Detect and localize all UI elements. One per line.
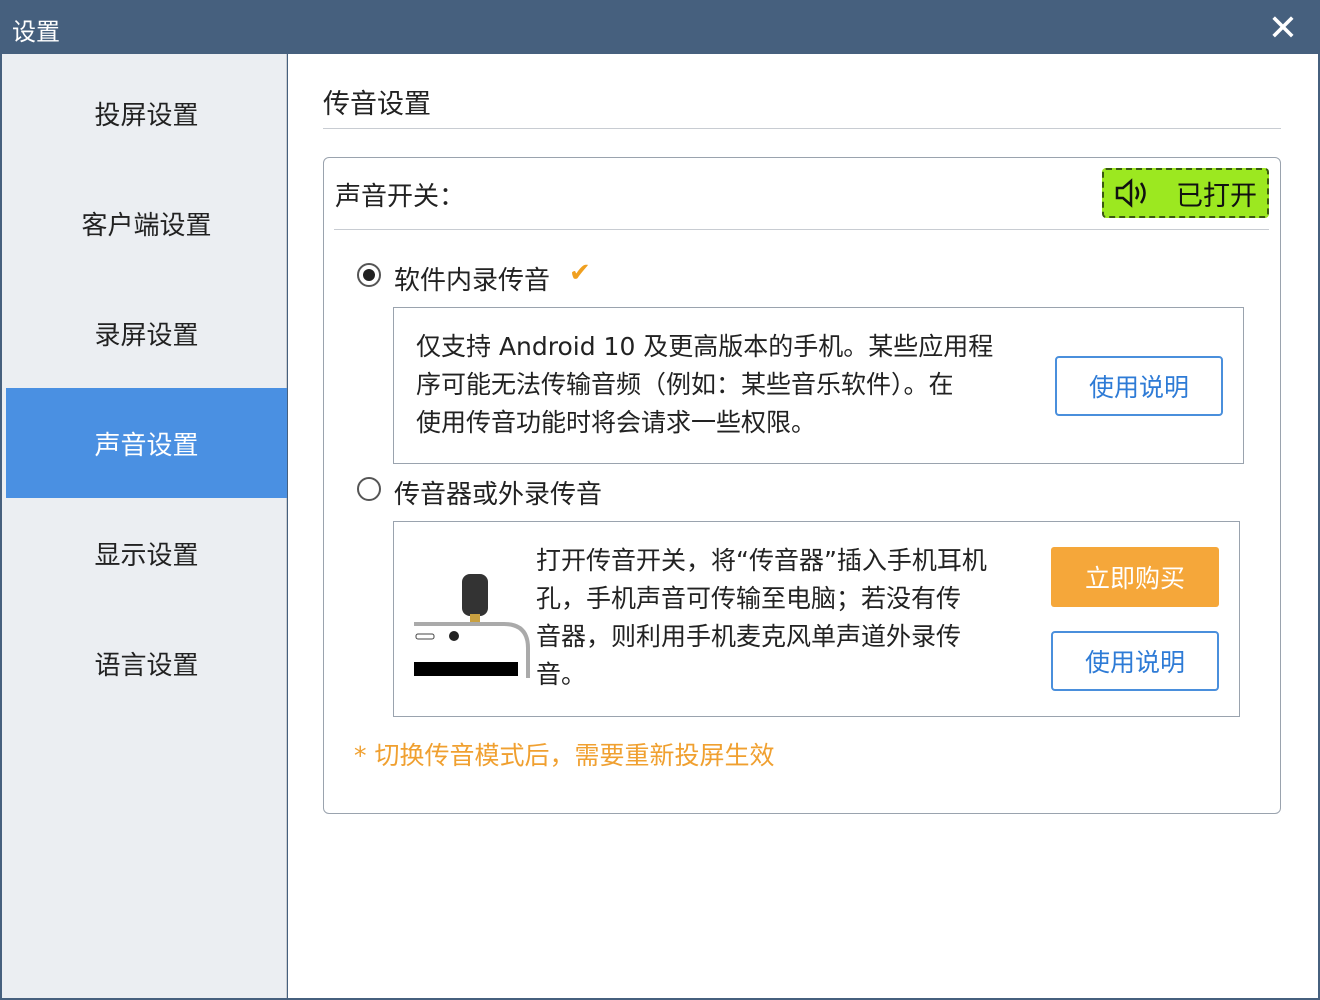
- sidebar-item-sound[interactable]: 声音设置: [6, 388, 287, 498]
- audio-adapter-image: [414, 570, 534, 680]
- description-line: 音器，则利用手机麦克风单声道外录传: [536, 618, 987, 656]
- divider: [334, 229, 1269, 230]
- window-title: 设置: [12, 12, 60, 47]
- sound-toggle-button[interactable]: 已打开: [1102, 168, 1269, 218]
- description-line: 孔，手机声音可传输至电脑；若没有传: [536, 580, 987, 618]
- sidebar: 投屏设置 客户端设置 录屏设置 声音设置 显示设置 语言设置: [2, 54, 287, 998]
- speaker-icon: [1114, 177, 1150, 209]
- sidebar-item-cast[interactable]: 投屏设置: [6, 58, 287, 168]
- title-bar: 设置 ✕: [0, 0, 1320, 54]
- description-line: 序可能无法传输音频（例如：某些音乐软件）。在: [416, 366, 993, 404]
- main-panel: 传音设置 声音开关： 已打开 软件内录传音 ✔ 仅支持 Android 10 及…: [288, 54, 1318, 998]
- help-button-internal[interactable]: 使用说明: [1055, 356, 1223, 416]
- description-line: 仅支持 Android 10 及更高版本的手机。某些应用程: [416, 328, 993, 366]
- sidebar-item-record[interactable]: 录屏设置: [6, 278, 287, 388]
- radio-internal[interactable]: [357, 263, 381, 287]
- sound-switch-label: 声音开关：: [335, 176, 465, 213]
- description-line: 打开传音开关，将“传音器”插入手机耳机: [536, 542, 987, 580]
- close-icon[interactable]: ✕: [1268, 8, 1298, 49]
- option-internal-panel: 仅支持 Android 10 及更高版本的手机。某些应用程 序可能无法传输音频（…: [393, 307, 1244, 464]
- sidebar-item-language[interactable]: 语言设置: [6, 608, 287, 718]
- sidebar-item-client[interactable]: 客户端设置: [6, 168, 287, 278]
- divider: [323, 128, 1281, 129]
- mode-switch-note: * 切换传音模式后，需要重新投屏生效: [354, 736, 774, 772]
- radio-external[interactable]: [357, 477, 381, 501]
- help-button-external[interactable]: 使用说明: [1051, 631, 1219, 691]
- option-external-label[interactable]: 传音器或外录传音: [394, 474, 602, 511]
- option-internal-label[interactable]: 软件内录传音: [394, 260, 550, 297]
- settings-box: 声音开关： 已打开 软件内录传音 ✔ 仅支持 Android 10 及更高版本的…: [323, 157, 1281, 814]
- sidebar-item-display[interactable]: 显示设置: [6, 498, 287, 608]
- page-title: 传音设置: [323, 82, 431, 121]
- description-line: 使用传音功能时将会请求一些权限。: [416, 404, 993, 442]
- buy-now-button[interactable]: 立即购买: [1051, 547, 1219, 607]
- option-external-panel: 打开传音开关，将“传音器”插入手机耳机 孔，手机声音可传输至电脑；若没有传 音器…: [393, 521, 1240, 717]
- check-icon: ✔: [569, 258, 591, 288]
- sound-state: 已打开: [1176, 174, 1257, 213]
- description-line: 音。: [536, 656, 987, 694]
